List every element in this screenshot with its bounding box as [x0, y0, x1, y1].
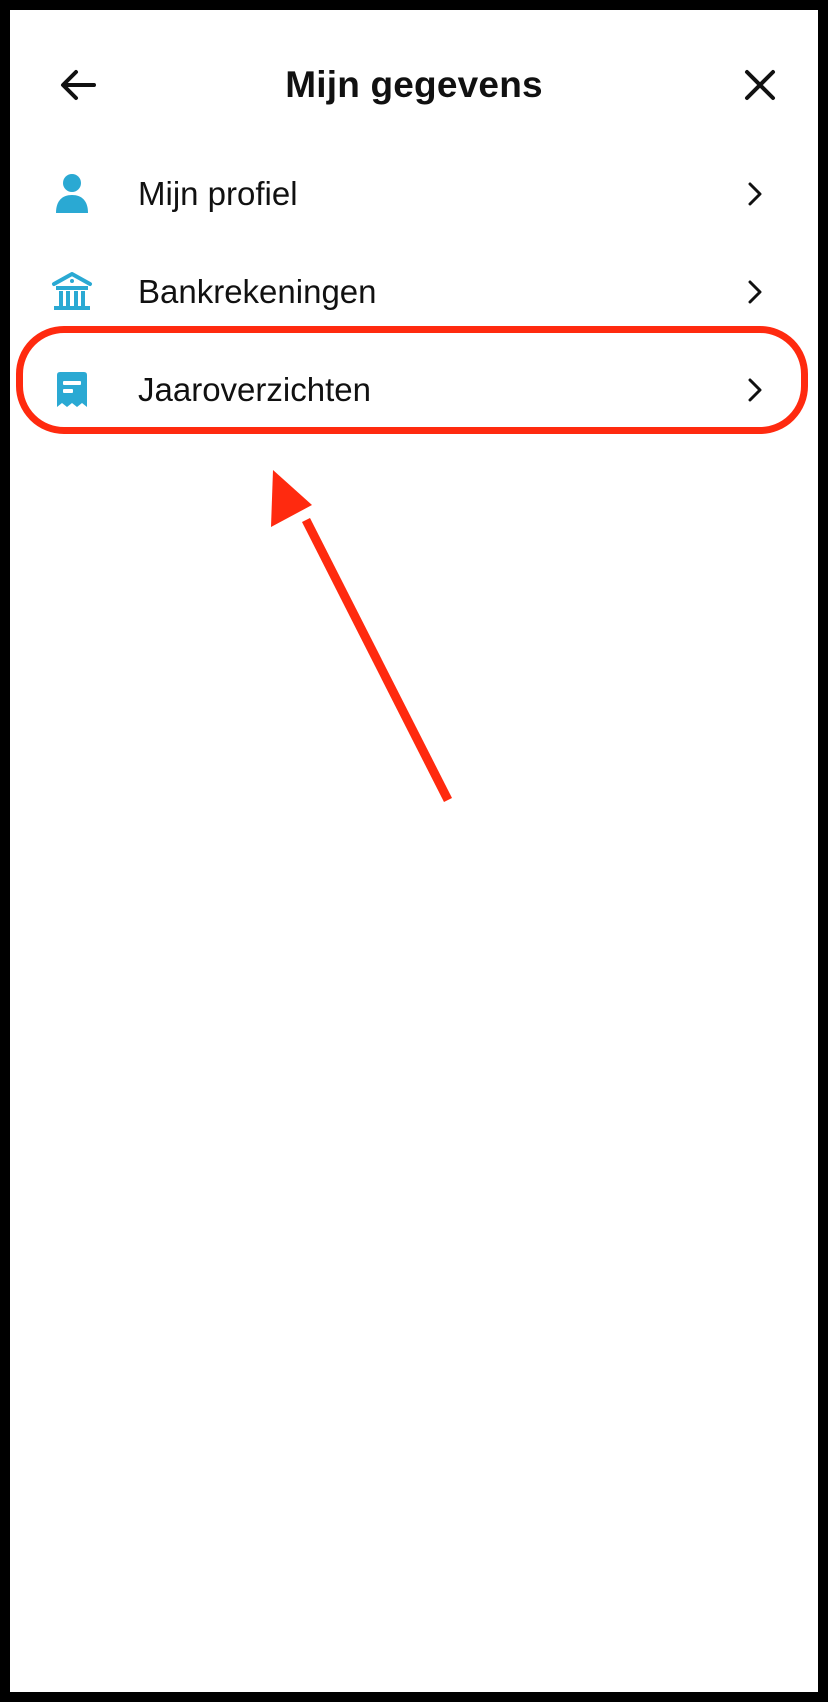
menu-item-label: Jaaroverzichten [138, 371, 371, 408]
header: Mijn gegevens [10, 10, 818, 140]
chevron-right-icon [740, 374, 770, 406]
chevron-right-icon [740, 178, 770, 210]
person-icon [50, 172, 94, 216]
chevron-right-icon [740, 276, 770, 308]
app-screen: Mijn gegevens Mijn profiel Bankrekeninge… [10, 10, 818, 1692]
bank-icon [50, 270, 94, 314]
menu-list: Mijn profiel Bankrekeningen Jaaroverzich… [10, 145, 818, 439]
page-title: Mijn gegevens [285, 64, 543, 105]
receipt-icon [50, 368, 94, 412]
menu-item-mijn-profiel[interactable]: Mijn profiel [10, 145, 818, 243]
close-button[interactable] [730, 58, 790, 112]
menu-item-label: Mijn profiel [138, 175, 298, 212]
close-icon [745, 70, 775, 100]
menu-item-bankrekeningen[interactable]: Bankrekeningen [10, 243, 818, 341]
menu-item-label: Bankrekeningen [138, 273, 377, 310]
menu-item-jaaroverzichten[interactable]: Jaaroverzichten [10, 341, 818, 439]
